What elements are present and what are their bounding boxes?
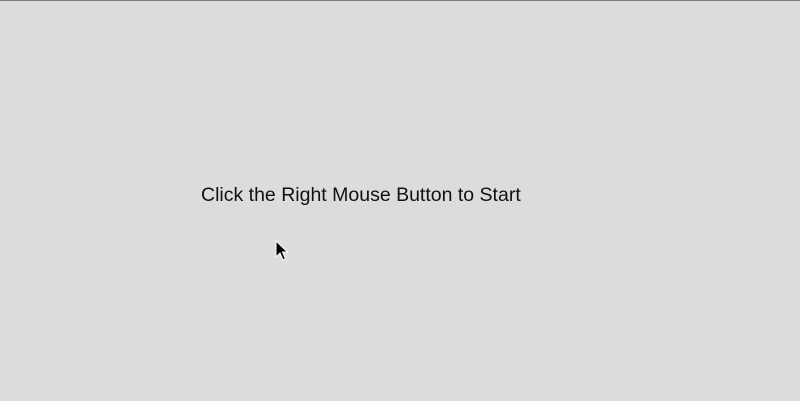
top-divider <box>0 0 800 1</box>
arrow-pointer-icon <box>275 240 289 261</box>
start-canvas[interactable]: Click the Right Mouse Button to Start <box>0 0 800 404</box>
start-instruction-text: Click the Right Mouse Button to Start <box>201 184 521 206</box>
